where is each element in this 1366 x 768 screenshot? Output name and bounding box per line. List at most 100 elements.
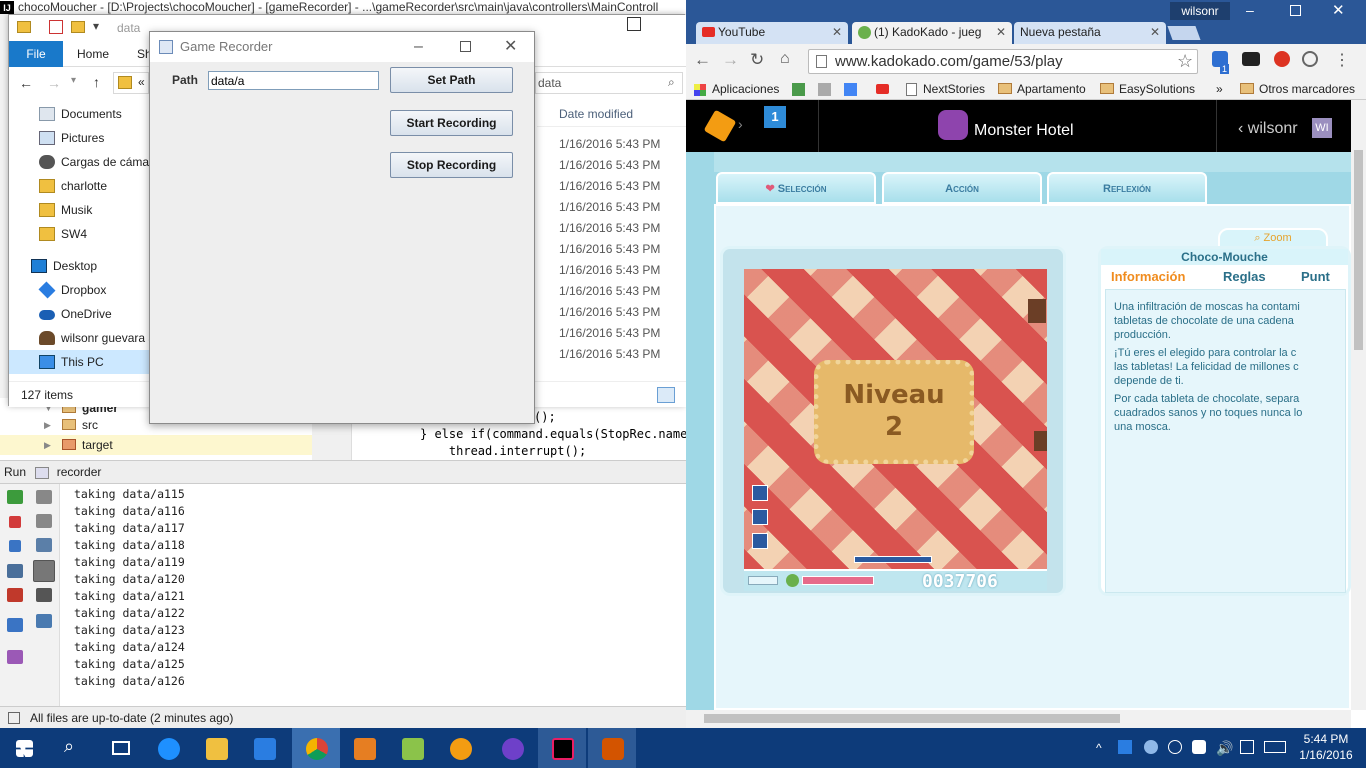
run-config-name[interactable]: recorder <box>57 465 102 479</box>
print-icon[interactable] <box>36 588 52 602</box>
nav-item-user[interactable]: wilsonr guevara a <box>9 326 151 350</box>
bookmark-apps[interactable]: Aplicaciones <box>694 78 779 100</box>
maps-bookmark-icon[interactable] <box>792 83 805 96</box>
nav-item-sw4[interactable]: SW4 <box>9 222 151 246</box>
stop-icon[interactable] <box>9 516 21 528</box>
monster-hotel-icon[interactable] <box>938 110 968 140</box>
translate-bookmark-icon[interactable] <box>844 83 857 96</box>
info-tab-reglas[interactable]: Reglas <box>1223 269 1266 284</box>
pause-icon[interactable] <box>9 540 21 552</box>
nav-item-this-pc[interactable]: This PC <box>9 350 151 374</box>
new-folder-icon[interactable] <box>71 21 85 33</box>
nav-item-musik[interactable]: Musik <box>9 198 151 222</box>
new-tab-button[interactable] <box>1167 26 1201 40</box>
chrome-menu-icon[interactable]: ⋮ <box>1334 50 1350 70</box>
keyboard-icon[interactable] <box>1264 741 1286 753</box>
layout-icon[interactable] <box>7 618 23 632</box>
chrome-profile[interactable]: wilsonr <box>1170 2 1230 20</box>
address-overflow[interactable]: « <box>138 75 145 89</box>
bookmarks-overflow[interactable]: » <box>1216 78 1223 100</box>
taskbar-github[interactable] <box>488 728 536 768</box>
bookmark-apartamento[interactable]: Apartamento <box>998 78 1086 100</box>
taskbar-explorer[interactable] <box>192 728 240 768</box>
nav-item-camera-uploads[interactable]: Cargas de cámara <box>9 150 151 174</box>
user-menu[interactable]: ‹ wilsonr <box>1238 120 1298 138</box>
tray-overflow-icon[interactable]: ^ <box>1096 728 1102 768</box>
start-button[interactable] <box>0 728 48 768</box>
search-button[interactable]: ⌕ <box>48 728 96 768</box>
tab-accion[interactable]: Acción <box>882 172 1042 204</box>
scroll-thumb[interactable] <box>704 714 1120 723</box>
minimize-icon[interactable]: – <box>1246 2 1254 18</box>
youtube-bookmark-icon[interactable] <box>876 84 889 94</box>
taskbar-notepad[interactable] <box>388 728 436 768</box>
stop-recording-button[interactable]: Stop Recording <box>390 152 513 178</box>
forward-icon[interactable]: → <box>722 50 739 70</box>
pin-icon[interactable] <box>7 650 23 664</box>
taskbar-store[interactable] <box>240 728 288 768</box>
taskbar-intellij[interactable] <box>538 728 586 768</box>
tab-youtube[interactable]: YouTube ✕ <box>696 22 848 44</box>
home-icon[interactable]: ⌂ <box>780 50 790 68</box>
scroll-to-end-icon[interactable] <box>33 560 55 582</box>
rerun-icon[interactable] <box>7 490 23 504</box>
taskbar-java[interactable] <box>588 728 636 768</box>
path-input[interactable] <box>208 71 379 90</box>
info-tab-puntos[interactable]: Punt <box>1301 269 1330 284</box>
close-icon[interactable]: ✕ <box>504 32 517 62</box>
status-toggle-icon[interactable] <box>8 712 20 724</box>
taskbar-chrome[interactable] <box>292 728 340 768</box>
nav-item-documents[interactable]: Documents <box>9 102 151 126</box>
maximize-icon[interactable] <box>1290 5 1301 16</box>
omnibox[interactable]: www.kadokado.com/game/53/play ☆ <box>808 49 1198 74</box>
nav-item-pictures[interactable]: Pictures <box>9 126 151 150</box>
recent-dropdown-icon[interactable]: ▾ <box>71 75 76 86</box>
down-arrow-icon[interactable] <box>36 514 52 528</box>
soft-wrap-icon[interactable] <box>36 538 52 552</box>
dropbox-tray-icon[interactable] <box>1144 740 1158 754</box>
bookmark-icon[interactable] <box>818 83 831 96</box>
expand-arrow-icon[interactable]: ▶ <box>44 415 51 435</box>
nav-item-dropbox[interactable]: Dropbox <box>9 278 151 302</box>
onedrive-tray-icon[interactable] <box>1192 740 1206 754</box>
kadokado-logo-icon[interactable] <box>703 109 737 143</box>
tab-file[interactable]: File <box>9 41 63 67</box>
maximize-icon[interactable] <box>460 41 471 52</box>
close-icon[interactable]: ✕ <box>1332 1 1345 19</box>
chevron-right-icon[interactable]: › <box>738 116 743 132</box>
nav-item-charlotte[interactable]: charlotte <box>9 174 151 198</box>
minimize-icon[interactable]: – <box>414 32 423 62</box>
exit-icon[interactable] <box>7 588 23 602</box>
forward-icon[interactable]: → <box>47 75 61 91</box>
scroll-thumb[interactable] <box>1354 150 1363 350</box>
tray-app-icon[interactable] <box>1118 740 1132 754</box>
tab-seleccion[interactable]: ❤ Selección <box>716 172 876 204</box>
clear-all-icon[interactable] <box>36 614 52 628</box>
up-icon[interactable]: ↑ <box>93 74 100 90</box>
bookmark-star-icon[interactable]: ☆ <box>1177 50 1193 73</box>
address-input[interactable]: « <box>113 72 149 94</box>
taskbar-edge[interactable] <box>144 728 192 768</box>
start-recording-button[interactable]: Start Recording <box>390 110 513 136</box>
zoom-button[interactable]: ⌕ Zoom <box>1218 228 1328 248</box>
close-tab-icon[interactable]: ✕ <box>832 22 842 43</box>
expand-arrow-icon[interactable]: ▶ <box>44 435 51 455</box>
details-view-icon[interactable] <box>657 387 675 403</box>
reload-icon[interactable]: ↻ <box>750 50 764 70</box>
dump-threads-icon[interactable] <box>7 564 23 578</box>
vertical-scrollbar[interactable] <box>1351 100 1366 710</box>
taskbar-xampp[interactable] <box>436 728 484 768</box>
clock[interactable]: 5:44 PM 1/16/2016 <box>1296 731 1356 765</box>
search-icon[interactable]: ⌕ <box>668 75 675 90</box>
featured-game-title[interactable]: Monster Hotel <box>974 122 1074 140</box>
tab-reflexion[interactable]: Reflexión <box>1047 172 1207 204</box>
bookmark-other[interactable]: Otros marcadores <box>1240 78 1355 100</box>
tree-item-target[interactable]: ▶ target <box>0 435 312 455</box>
nav-item-desktop[interactable]: Desktop <box>9 254 151 278</box>
tab-new-tab[interactable]: Nueva pestaña ✕ <box>1014 22 1166 44</box>
volume-icon[interactable]: 🔊 <box>1216 728 1233 768</box>
taskbar-media[interactable] <box>340 728 388 768</box>
network-icon[interactable] <box>1168 740 1182 754</box>
pinterest-extension-icon[interactable] <box>1274 51 1290 67</box>
set-path-button[interactable]: Set Path <box>390 67 513 93</box>
